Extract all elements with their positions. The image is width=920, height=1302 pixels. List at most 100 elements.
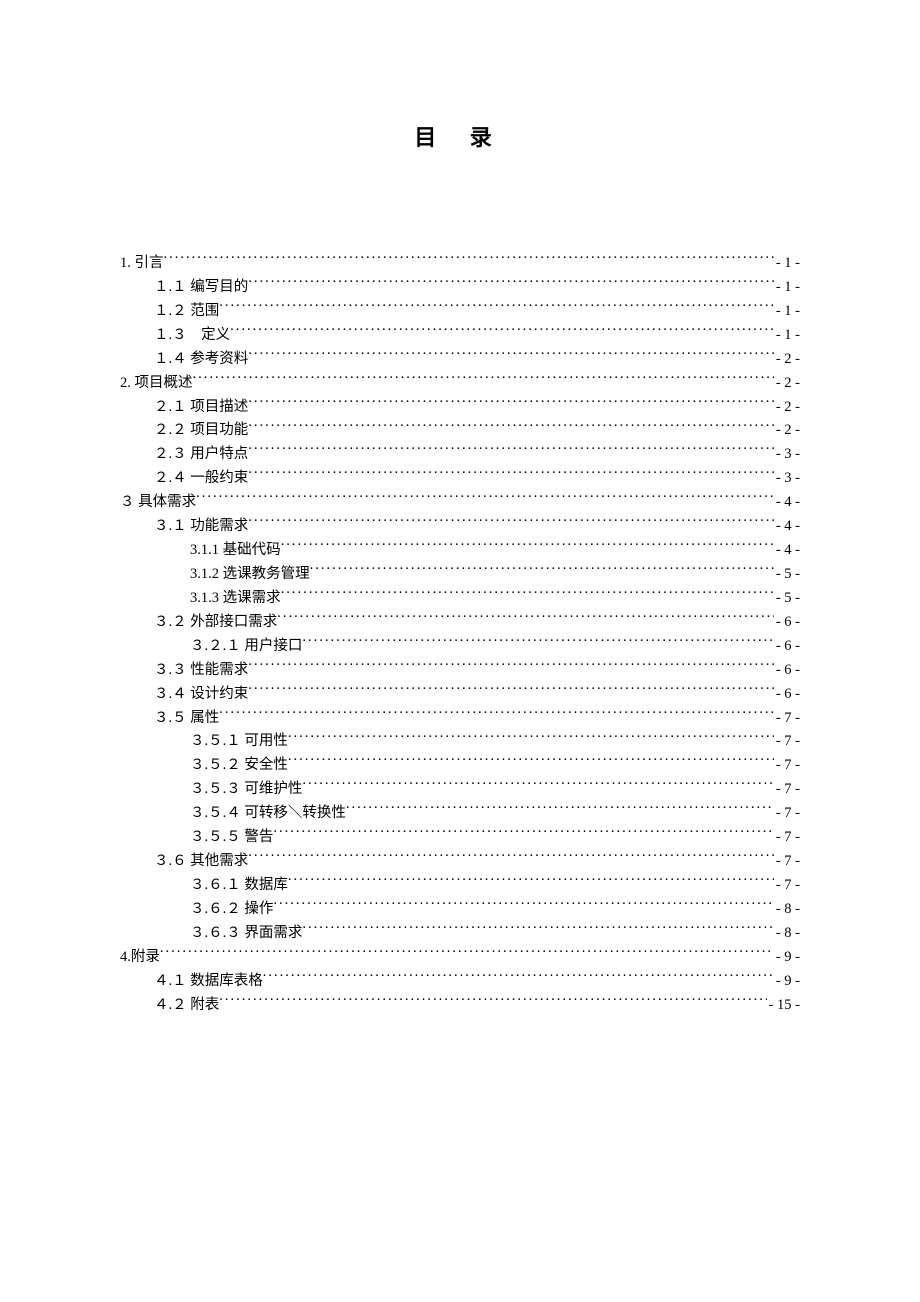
toc-leader-dots (248, 444, 774, 459)
toc-entry-label: ３.５.１ 可用性 (190, 730, 288, 754)
toc-entry-label: ３.５.２ 安全性 (190, 754, 288, 778)
toc-entry[interactable]: 3.1.1 基础代码- 4 - (120, 539, 800, 563)
toc-entry-page: - 8 - (774, 922, 800, 946)
toc-leader-dots (281, 540, 774, 555)
toc-entry[interactable]: ３.４ 设计约束- 6 - (120, 683, 800, 707)
toc-entry[interactable]: ３.３ 性能需求 - 6 - (120, 659, 800, 683)
toc-entry-label: １.２ 范围 (154, 300, 219, 324)
toc-entry-label: ２.４ 一般约束 (154, 467, 248, 491)
toc-entry[interactable]: １.１ 编写目的 - 1 - (120, 276, 800, 300)
toc-entry-label: １.１ 编写目的 (154, 276, 248, 300)
toc-entry-page: - 4 - (774, 515, 800, 539)
toc-leader-dots (248, 396, 774, 411)
table-of-contents: 1. 引言- 1 -１.１ 编写目的- 1 -１.２ 范围- 1 -１.３ 定义… (120, 252, 800, 1018)
toc-entry[interactable]: ３ 具体需求- 4 - (120, 491, 800, 515)
toc-leader-dots (230, 324, 774, 339)
toc-leader-dots (302, 635, 773, 650)
toc-leader-dots (288, 874, 774, 889)
toc-entry[interactable]: ２.１ 项目描述 - 2 - (120, 396, 800, 420)
toc-entry-page: - 9 - (774, 946, 800, 970)
toc-leader-dots (288, 755, 774, 770)
toc-leader-dots (288, 731, 774, 746)
toc-leader-dots (310, 563, 774, 578)
toc-entry[interactable]: ３.２.１ 用户接口- 6 - (120, 635, 800, 659)
toc-entry[interactable]: ３.２ 外部接口需求- 6 - (120, 611, 800, 635)
toc-entry[interactable]: ３.５ 属性 - 7 - (120, 707, 800, 731)
toc-entry[interactable]: １.４ 参考资料 - 2 - (120, 348, 800, 372)
toc-leader-dots (248, 851, 774, 866)
toc-entry[interactable]: 3.1.2 选课教务管理- 5 - (120, 563, 800, 587)
toc-entry-page: - 5 - (774, 563, 800, 587)
toc-entry-page: - 6 - (774, 635, 800, 659)
toc-entry[interactable]: ４.１ 数据库表格 - 9 - (120, 970, 800, 994)
toc-entry-label: ３.２ 外部接口需求 (154, 611, 277, 635)
toc-entry-page: - 7 - (774, 874, 800, 898)
toc-entry[interactable]: ３.６.３ 界面需求 - 8 - (120, 922, 800, 946)
toc-entry[interactable]: ３.５.５ 警告- 7 - (120, 826, 800, 850)
toc-entry-label: ４.１ 数据库表格 (154, 970, 263, 994)
toc-entry-page: - 15 - (767, 994, 800, 1018)
toc-entry-label: ２.１ 项目描述 (154, 396, 248, 420)
toc-leader-dots (219, 707, 774, 722)
toc-leader-dots (263, 970, 774, 985)
toc-entry[interactable]: １.２ 范围 - 1 - (120, 300, 800, 324)
toc-entry[interactable]: 2. 项目概述- 2 - (120, 372, 800, 396)
toc-entry-label: ３.６.３ 界面需求 (190, 922, 302, 946)
toc-entry-page: - 2 - (774, 348, 800, 372)
toc-entry[interactable]: ２.４ 一般约束 - 3 - (120, 467, 800, 491)
toc-leader-dots (248, 276, 774, 291)
toc-entry[interactable]: 3.1.3 选课需求 - 5 - (120, 587, 800, 611)
toc-leader-dots (248, 468, 774, 483)
toc-entry[interactable]: ３.５.１ 可用性 - 7 - (120, 730, 800, 754)
toc-entry-label: ３.５.４ 可转移＼转换性 (190, 802, 346, 826)
toc-leader-dots (196, 492, 774, 507)
toc-entry-page: - 9 - (774, 970, 800, 994)
toc-leader-dots (346, 803, 774, 818)
toc-entry-label: ３.１ 功能需求 (154, 515, 248, 539)
toc-leader-dots (248, 683, 774, 698)
toc-entry-label: ３.５.３ 可维护性 (190, 778, 302, 802)
toc-entry[interactable]: １.３ 定义- 1 - (120, 324, 800, 348)
toc-entry[interactable]: ３.６.２ 操作- 8 - (120, 898, 800, 922)
toc-entry-page: - 7 - (774, 754, 800, 778)
toc-entry[interactable]: ２.２ 项目功能- 2 - (120, 419, 800, 443)
document-page: 目 录 1. 引言- 1 -１.１ 编写目的- 1 -１.２ 范围- 1 -１.… (0, 0, 920, 1018)
toc-entry-page: - 3 - (774, 467, 800, 491)
toc-entry[interactable]: ３.５.３ 可维护性- 7 - (120, 778, 800, 802)
toc-leader-dots (248, 420, 774, 435)
toc-entry[interactable]: ３.６ 其他需求- 7 - (120, 850, 800, 874)
toc-entry[interactable]: ３.５.４ 可转移＼转换性 - 7 - (120, 802, 800, 826)
toc-entry-page: - 7 - (774, 802, 800, 826)
toc-entry-page: - 6 - (774, 683, 800, 707)
toc-entry[interactable]: ３.５.２ 安全性 - 7 - (120, 754, 800, 778)
toc-entry-page: - 6 - (774, 659, 800, 683)
toc-entry-page: - 7 - (774, 730, 800, 754)
toc-entry[interactable]: ４.２ 附表- 15 - (120, 994, 800, 1018)
toc-entry-label: ２.３ 用户特点 (154, 443, 248, 467)
toc-entry-label: ３.６.２ 操作 (190, 898, 273, 922)
toc-leader-dots (219, 300, 774, 315)
toc-entry-page: - 1 - (774, 300, 800, 324)
toc-leader-dots (160, 946, 774, 961)
toc-title: 目 录 (120, 120, 800, 152)
toc-entry[interactable]: ２.３ 用户特点- 3 - (120, 443, 800, 467)
toc-entry[interactable]: 4.附录- 9 - (120, 946, 800, 970)
toc-entry-page: - 2 - (774, 396, 800, 420)
toc-leader-dots (273, 827, 773, 842)
toc-entry-page: - 7 - (774, 707, 800, 731)
toc-entry-page: - 1 - (774, 276, 800, 300)
toc-entry-label: ３.６.１ 数据库 (190, 874, 288, 898)
toc-entry-label: ３.５ 属性 (154, 707, 219, 731)
toc-entry-page: - 2 - (774, 419, 800, 443)
toc-entry-label: 3.1.3 选课需求 (190, 587, 281, 611)
toc-entry-label: １.４ 参考资料 (154, 348, 248, 372)
toc-entry[interactable]: ３.６.１ 数据库 - 7 - (120, 874, 800, 898)
toc-leader-dots (302, 779, 773, 794)
toc-entry[interactable]: 1. 引言- 1 - (120, 252, 800, 276)
toc-entry-label: 1. 引言 (120, 252, 164, 276)
toc-entry-label: １.３ 定义 (154, 324, 230, 348)
toc-entry[interactable]: ３.１ 功能需求 - 4 - (120, 515, 800, 539)
toc-entry-label: ３.３ 性能需求 (154, 659, 248, 683)
toc-entry-page: - 5 - (774, 587, 800, 611)
toc-leader-dots (248, 659, 774, 674)
